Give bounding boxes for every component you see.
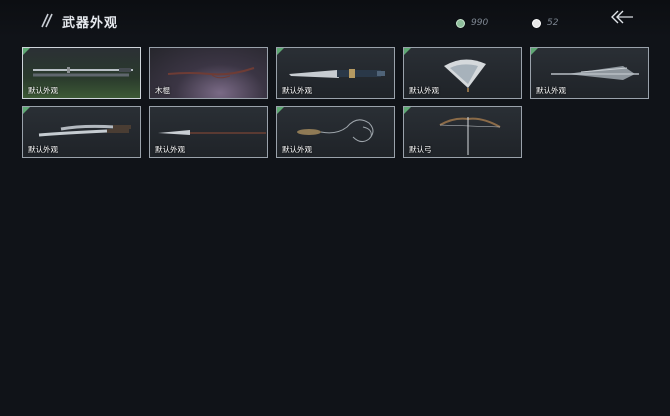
weapon-card-bow[interactable]: 默认弓 xyxy=(403,106,522,158)
selected-marker xyxy=(23,48,30,55)
weapon-label: 默认外观 xyxy=(536,86,566,95)
weapon-label: 默认外观 xyxy=(28,145,58,154)
weapon-card-ornate-sword[interactable]: 默认外观 xyxy=(276,47,395,99)
back-arrow-icon[interactable] xyxy=(610,10,634,24)
unlock-marker xyxy=(404,107,411,114)
weapon-label: 默认外观 xyxy=(155,145,185,154)
silver-currency-value: 52 xyxy=(547,18,559,28)
weapon-label: 默认外观 xyxy=(282,86,312,95)
weapon-label: 木棍 xyxy=(155,86,170,95)
unlock-marker xyxy=(277,107,284,114)
jade-currency: 990 xyxy=(456,16,488,30)
weapon-card-umbrella[interactable]: 默认外观 xyxy=(530,47,649,99)
unlock-marker xyxy=(531,48,538,55)
weapon-label: 默认外观 xyxy=(409,86,439,95)
weapon-card-staff[interactable]: 木棍 xyxy=(149,47,268,99)
jade-coin-icon xyxy=(456,18,465,28)
unlock-marker xyxy=(23,107,30,114)
top-bar: 武器外观 990 52 xyxy=(0,0,670,38)
weapon-label: 默认外观 xyxy=(28,86,58,95)
jade-currency-value: 990 xyxy=(471,18,489,28)
weapon-card-rope-dart[interactable]: 默认外观 xyxy=(276,106,395,158)
silver-currency: 52 xyxy=(532,16,558,30)
weapon-card-fan[interactable]: 默认外观 xyxy=(403,47,522,99)
silver-coin-icon xyxy=(532,18,541,28)
unlock-marker xyxy=(404,48,411,55)
weapon-card-spear[interactable]: 默认外观 xyxy=(149,106,268,158)
unlock-marker xyxy=(277,48,284,55)
page-title: 武器外观 xyxy=(62,16,119,31)
slash-marks-icon xyxy=(41,13,53,28)
weapon-label: 默认外观 xyxy=(282,145,312,154)
weapon-card-dual-blades[interactable]: 默认外观 xyxy=(22,106,141,158)
weapon-label: 默认弓 xyxy=(409,145,432,154)
weapon-card-sword[interactable]: 默认外观 xyxy=(22,47,141,99)
